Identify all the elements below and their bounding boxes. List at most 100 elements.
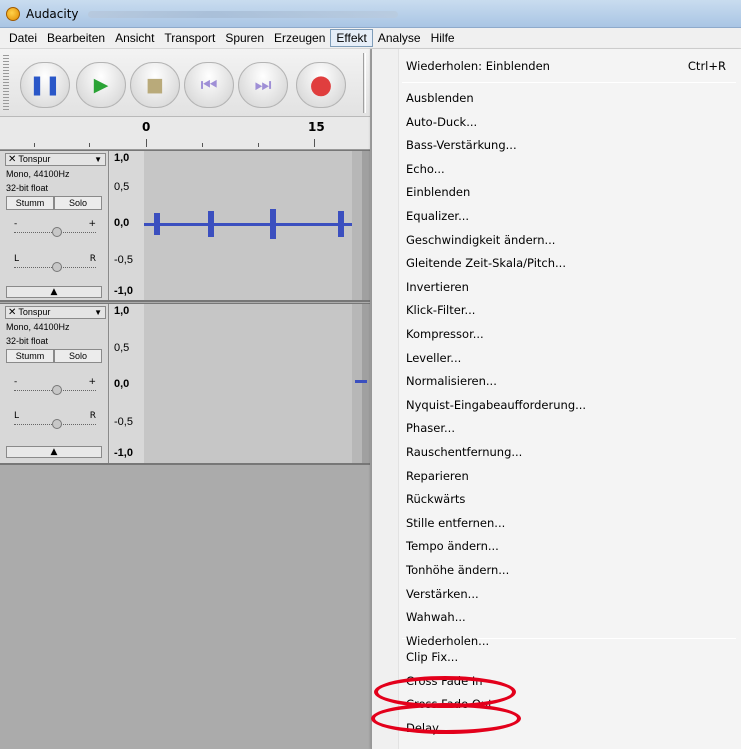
menu-bearbeiten[interactable]: Bearbeiten	[42, 30, 110, 46]
track-right-edge	[352, 151, 370, 300]
pause-button[interactable]: ❚❚	[20, 62, 70, 108]
play-button[interactable]: ▶	[76, 62, 126, 108]
track-format: Mono, 44100Hz	[6, 169, 70, 179]
menu-item-nyquist-eingabeaufforderung[interactable]: Nyquist-Eingabeaufforderung...	[406, 394, 726, 416]
gain-minus-label: -	[14, 377, 18, 387]
menu-datei[interactable]: Datei	[4, 30, 42, 46]
menu-item-geschwindigkeit-ändern[interactable]: Geschwindigkeit ändern...	[406, 229, 726, 251]
menu-transport[interactable]: Transport	[159, 30, 220, 46]
scale-label: -1,0	[114, 447, 133, 459]
menu-item-shortcut: Ctrl+R	[687, 59, 726, 73]
collapse-track-button[interactable]: ▲	[6, 446, 102, 458]
mute-solo-row: Stumm Solo	[6, 349, 102, 363]
menu-item-auto-duck[interactable]: Auto-Duck...	[406, 111, 726, 133]
scale-label: 1,0	[114, 152, 130, 164]
collapse-track-button[interactable]: ▲	[6, 286, 102, 298]
menu-separator	[402, 82, 736, 83]
menu-icon-strip	[372, 49, 399, 749]
menu-item-ausblenden[interactable]: Ausblenden	[406, 87, 726, 109]
audio-track-2: ✕ Tonspur ▼ Mono, 44100Hz 32-bit float St…	[0, 303, 370, 465]
pan-left-label: L	[14, 254, 20, 264]
gain-slider[interactable]: - +	[14, 377, 96, 396]
solo-button[interactable]: Solo	[54, 349, 102, 363]
menu-item-normalisieren[interactable]: Normalisieren...	[406, 370, 726, 392]
menu-bar: Datei Bearbeiten Ansicht Transport Spure…	[0, 28, 741, 49]
menu-erzeugen[interactable]: Erzeugen	[269, 30, 330, 46]
play-icon: ▶	[93, 73, 109, 96]
title-bar: Audacity	[0, 0, 741, 28]
skip-to-end-button[interactable]: ⏭	[238, 62, 288, 108]
menu-item-verstärken[interactable]: Verstärken...	[406, 583, 726, 605]
menu-hilfe[interactable]: Hilfe	[426, 30, 460, 46]
skip-to-end-icon: ⏭	[254, 73, 272, 96]
menu-item-invertieren[interactable]: Invertieren	[406, 276, 726, 298]
ruler-tick	[146, 139, 147, 147]
pan-right-label: R	[89, 411, 96, 421]
menu-item-equalizer[interactable]: Equalizer...	[406, 205, 726, 227]
track-name-menu[interactable]: ✕ Tonspur ▼	[5, 153, 106, 166]
menu-ansicht[interactable]: Ansicht	[110, 30, 159, 46]
ruler-tick	[89, 143, 90, 147]
stop-button[interactable]: ■	[130, 62, 180, 108]
amplitude-scale: 1,0 0,5 0,0 -0,5 -1,0	[110, 304, 144, 463]
gain-knob[interactable]	[52, 227, 62, 237]
menu-item-kompressor[interactable]: Kompressor...	[406, 323, 726, 345]
track-name-menu[interactable]: ✕ Tonspur ▼	[5, 306, 106, 319]
ruler-tick	[202, 143, 203, 147]
close-track-icon[interactable]: ✕	[8, 154, 16, 165]
menu-item-stille-entfernen[interactable]: Stille entfernen...	[406, 512, 726, 534]
waveform-area[interactable]	[144, 151, 352, 300]
scale-label: 0,0	[114, 378, 130, 390]
record-button[interactable]: ●	[296, 62, 346, 108]
menu-item-gleitende-zeit-skala-pitch[interactable]: Gleitende Zeit-Skala/Pitch...	[406, 252, 726, 274]
menu-item-tonhöhe-ändern[interactable]: Tonhöhe ändern...	[406, 559, 726, 581]
audacity-app-icon	[6, 7, 20, 21]
menu-item-bass-verstärkung[interactable]: Bass-Verstärkung...	[406, 134, 726, 156]
menu-item-rückwärts[interactable]: Rückwärts	[406, 488, 726, 510]
menu-effekt[interactable]: Effekt	[330, 29, 373, 47]
timeline-ruler[interactable]: 0 15	[0, 117, 370, 150]
stop-icon: ■	[146, 73, 164, 96]
menu-item-rauschentfernung[interactable]: Rauschentfernung...	[406, 441, 726, 463]
dropdown-arrow-icon: ▼	[94, 155, 102, 164]
waveform-line	[144, 223, 352, 226]
mute-button[interactable]: Stumm	[6, 349, 54, 363]
mute-solo-row: Stumm Solo	[6, 196, 102, 210]
ruler-tick	[258, 143, 259, 147]
pan-knob[interactable]	[52, 419, 62, 429]
menu-item-reparieren[interactable]: Reparieren	[406, 465, 726, 487]
solo-button[interactable]: Solo	[54, 196, 102, 210]
gain-slider[interactable]: - +	[14, 219, 96, 238]
waveform-peak	[338, 211, 344, 237]
pan-slider[interactable]: L R	[14, 411, 96, 430]
menu-item-repeat-last-effect[interactable]: Wiederholen: Einblenden Ctrl+R	[406, 55, 726, 77]
menu-item-phaser[interactable]: Phaser...	[406, 417, 726, 439]
window-title: Audacity	[26, 7, 79, 21]
ruler-label-0: 0	[142, 120, 151, 134]
menu-item-echo[interactable]: Echo...	[406, 158, 726, 180]
ruler-label-15: 15	[308, 120, 325, 134]
mute-button[interactable]: Stumm	[6, 196, 54, 210]
scale-label: 0,5	[114, 342, 130, 354]
menu-spuren[interactable]: Spuren	[220, 30, 269, 46]
menu-item-tempo-ändern[interactable]: Tempo ändern...	[406, 535, 726, 557]
scale-label: 0,5	[114, 181, 130, 193]
menu-item-einblenden[interactable]: Einblenden	[406, 181, 726, 203]
menu-item-leveller[interactable]: Leveller...	[406, 347, 726, 369]
track-format: Mono, 44100Hz	[6, 322, 70, 332]
menu-item-klick-filter[interactable]: Klick-Filter...	[406, 299, 726, 321]
close-track-icon[interactable]: ✕	[8, 307, 16, 318]
waveform-peak	[208, 211, 214, 237]
amplitude-scale: 1,0 0,5 0,0 -0,5 -1,0	[110, 151, 144, 300]
skip-to-start-button[interactable]: ⏮	[184, 62, 234, 108]
dropdown-arrow-icon: ▼	[94, 308, 102, 317]
menu-item-wahwah[interactable]: Wahwah...	[406, 606, 726, 628]
scale-label: 0,0	[114, 217, 130, 229]
menu-item-clip-fix[interactable]: Clip Fix...	[406, 646, 726, 668]
pan-slider[interactable]: L R	[14, 254, 96, 273]
pan-knob[interactable]	[52, 262, 62, 272]
waveform-area[interactable]	[144, 304, 352, 463]
menu-analyse[interactable]: Analyse	[373, 30, 426, 46]
toolbar-grip[interactable]	[3, 55, 9, 111]
gain-knob[interactable]	[52, 385, 62, 395]
